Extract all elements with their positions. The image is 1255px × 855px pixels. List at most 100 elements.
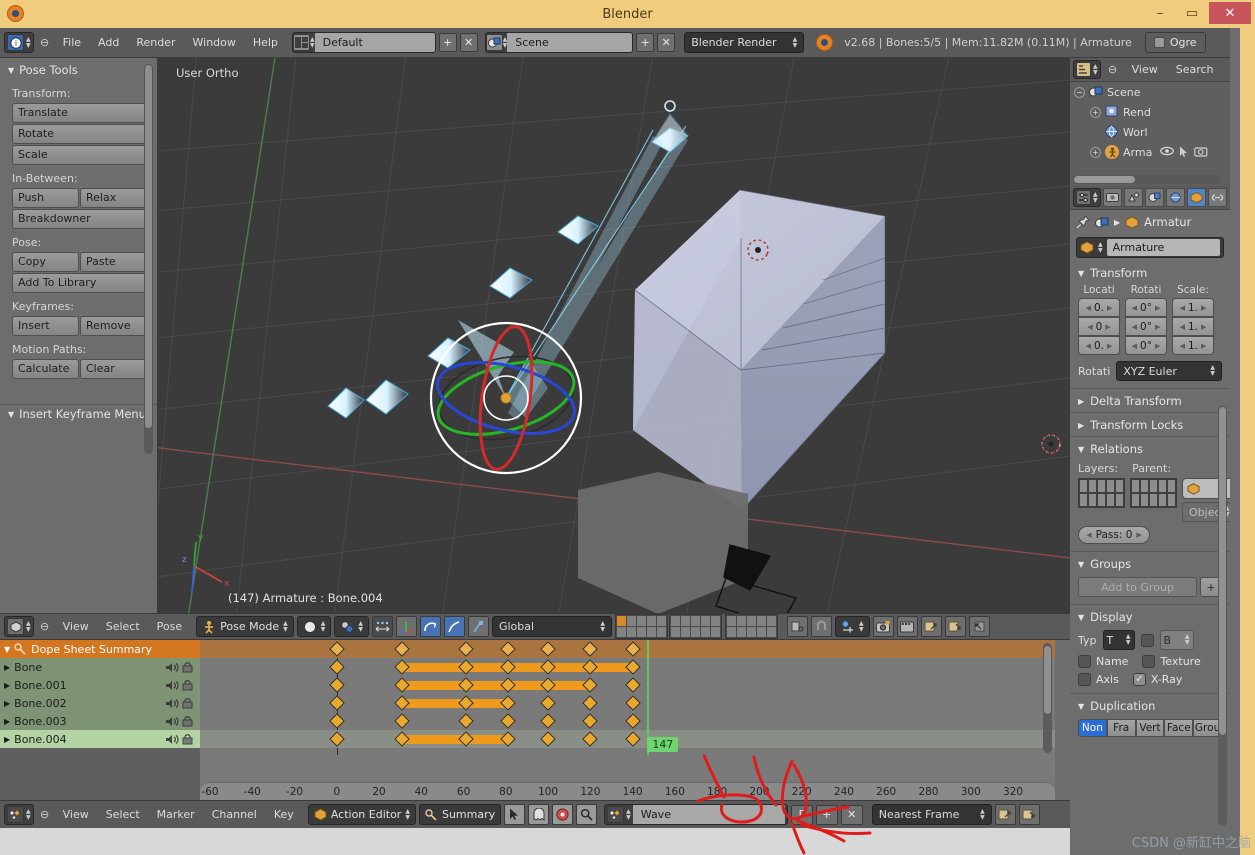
magnet-icon[interactable] [810, 616, 832, 637]
render-animation-icon[interactable] [896, 616, 918, 637]
tool-shelf-scrollbar[interactable] [144, 64, 153, 454]
location-z-field[interactable]: ◀ 0. ▶ [1078, 336, 1120, 355]
interaction-mode-selector[interactable]: Pose Mode ▲ ▼ [196, 616, 294, 637]
outliner-row-scene[interactable]: − Scene [1070, 82, 1230, 102]
paste-keyframes-icon[interactable] [1018, 804, 1040, 825]
object-id-field[interactable]: ▲ ▼ Armature [1076, 237, 1224, 258]
keyframe-row[interactable] [200, 658, 1055, 676]
channel-dope-sheet-summary[interactable]: ▼ Dope Sheet Summary [0, 640, 200, 658]
transform-orientation-selector[interactable]: Global ▲ ▼ [491, 616, 612, 637]
expand-toggle[interactable]: − [1074, 86, 1085, 98]
filter-icon[interactable] [552, 804, 574, 825]
layer-cell[interactable] [726, 616, 736, 626]
layer-cell[interactable] [690, 616, 700, 626]
duplication-option-frames[interactable]: Fra [1106, 719, 1136, 737]
rotation-mode-chevrons[interactable]: ▲ ▼ [1210, 365, 1215, 377]
render-engine-selector[interactable]: Blender Render ▲ ▼ [684, 32, 805, 53]
lock-icon[interactable] [182, 697, 194, 709]
duplication-option-faces[interactable]: Face [1164, 719, 1194, 737]
properties-editor[interactable]: ▲ ▼ ▶ Armatur ▲ ▼ Armature ▼ Transform L… [1070, 186, 1230, 855]
keyframe-diamond[interactable] [582, 695, 599, 711]
keyframe-diamond[interactable] [582, 641, 599, 657]
rotation-z-field[interactable]: ◀ 0° ▶ [1125, 336, 1167, 355]
layer-cell[interactable] [1079, 493, 1088, 507]
properties-editor-chevrons[interactable]: ▲ ▼ [1093, 191, 1098, 204]
manipulator-translate-icon[interactable] [395, 616, 417, 637]
summary-toggle-button[interactable]: Summary [418, 804, 502, 825]
layer-cell[interactable] [766, 627, 776, 637]
layer-cell[interactable] [1167, 493, 1176, 507]
display-texture-checkbox[interactable] [1142, 655, 1156, 668]
layer-cell[interactable] [1088, 493, 1097, 507]
dope-mode-chevrons[interactable]: ▲ ▼ [405, 808, 410, 821]
tab-object[interactable] [1186, 188, 1206, 207]
keyframe-row[interactable] [200, 730, 1055, 748]
dope-menu-key[interactable]: Key [267, 806, 301, 823]
outliner-editor[interactable]: ▲ ▼ ⊖ View Search − Scene + Rend Worl + … [1070, 58, 1230, 186]
location-x-field[interactable]: ◀ 0. ▶ [1078, 298, 1120, 317]
keyframe-diamond[interactable] [329, 731, 345, 747]
dope-editor-chevrons[interactable]: ▲ ▼ [26, 808, 31, 821]
viewport-menu-pose[interactable]: Pose [150, 618, 189, 635]
keyframe-diamond[interactable] [329, 659, 345, 675]
ogre-checkbox[interactable] [1153, 37, 1165, 48]
add-to-library-button[interactable]: Add To Library [12, 273, 147, 293]
lock-camera-icon[interactable] [786, 616, 808, 637]
layer-cell[interactable] [626, 616, 636, 626]
layer-cell[interactable] [1088, 479, 1097, 493]
maximize-button[interactable]: ▭ [1177, 2, 1207, 24]
collapse-outliner-menus-icon[interactable]: ⊖ [1105, 62, 1121, 78]
layer-cell[interactable] [646, 627, 656, 637]
snap-mode-chevrons[interactable]: ▲ ▼ [980, 808, 985, 821]
layer-cell[interactable] [626, 627, 636, 637]
layer-cell[interactable] [1115, 479, 1124, 493]
screen-layout-name[interactable]: Default [314, 33, 435, 52]
push-button[interactable]: Push [12, 188, 79, 208]
dope-editor-type-selector[interactable]: ▲ ▼ [4, 804, 34, 825]
object-layers-grid-left[interactable] [1078, 478, 1125, 508]
action-chevrons[interactable]: ▲ ▼ [626, 808, 631, 821]
outliner-row-world[interactable]: Worl [1070, 122, 1230, 142]
display-type-selector[interactable]: T ▲ ▼ [1102, 630, 1135, 650]
menu-help[interactable]: Help [246, 34, 285, 51]
outliner-editor-chevrons[interactable]: ▲ ▼ [1093, 63, 1098, 76]
channel-bone[interactable]: ▶ Bone [0, 658, 200, 676]
layer-cell[interactable] [746, 627, 756, 637]
section-groups-header[interactable]: ▼ Groups [1070, 551, 1230, 575]
outliner-row-armature[interactable]: + Arma [1070, 142, 1230, 162]
collapse-dope-menus-icon[interactable]: ⊖ [37, 807, 53, 823]
ogre-export-button[interactable]: Ogre [1144, 32, 1206, 53]
scale-button[interactable]: Scale [12, 145, 147, 165]
layer-cell[interactable] [1158, 493, 1167, 507]
copy-pose-button[interactable]: Copy [12, 252, 79, 272]
screen-layout-chevrons[interactable]: ▲ ▼ [310, 36, 315, 49]
keyframe-diamond[interactable] [394, 713, 411, 729]
section-relations-header[interactable]: ▼ Relations [1070, 436, 1230, 460]
keyframe-diamond[interactable] [329, 695, 345, 711]
keyframe-diamond[interactable] [540, 713, 556, 729]
rotation-x-field[interactable]: ◀ 0° ▶ [1125, 298, 1167, 317]
3d-viewport[interactable]: x y z User Ortho (147) Armature : Bone.0… [158, 58, 1070, 613]
properties-scrollbar[interactable] [1218, 406, 1227, 826]
mute-speaker-icon[interactable] [165, 734, 179, 745]
keyframe-diamond[interactable] [457, 641, 474, 657]
layer-cell[interactable] [766, 616, 776, 626]
mute-speaker-icon[interactable] [165, 716, 179, 727]
cursor-icon[interactable] [504, 804, 526, 825]
display-axis-checkbox[interactable] [1078, 673, 1091, 686]
armature-layers-grid[interactable] [614, 614, 722, 639]
section-delta-transform-header[interactable]: ▶ Delta Transform [1070, 388, 1230, 412]
rotate-button[interactable]: Rotate [12, 124, 147, 144]
outliner-row-render[interactable]: + Rend [1070, 102, 1230, 122]
object-layers-grid-right[interactable] [1130, 478, 1177, 508]
outliner-menu-search[interactable]: Search [1169, 61, 1221, 78]
layer-cell[interactable] [1140, 493, 1149, 507]
scale-x-field[interactable]: ◀ 1. ▶ [1172, 298, 1214, 317]
tab-world-env[interactable] [1165, 188, 1185, 207]
layer-cell[interactable] [646, 616, 656, 626]
display-axis-row[interactable]: Axis [1078, 673, 1119, 686]
pivot-point-selector[interactable]: ▲ ▼ [334, 616, 369, 637]
channel-bone-001[interactable]: ▶ Bone.001 [0, 676, 200, 694]
dope-sheet-keyframe-area[interactable]: 147 -60 -40 -20 0 20 40 60 80 100 120 140 160 180 200 2… [200, 640, 1055, 800]
display-wire-checkbox[interactable] [1140, 633, 1154, 647]
